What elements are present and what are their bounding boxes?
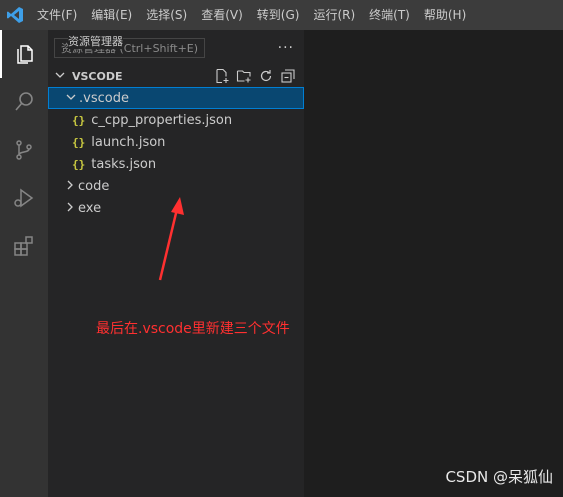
- chevron-down-icon: [63, 91, 79, 106]
- json-file-icon: {}: [72, 135, 86, 149]
- menu-go[interactable]: 转到(G): [250, 0, 307, 30]
- annotation-arrow-icon: [158, 197, 184, 281]
- workspace-folder-header[interactable]: VSCODE: [48, 65, 304, 87]
- menu-view[interactable]: 查看(V): [194, 0, 250, 30]
- chevron-down-icon: [52, 70, 68, 83]
- annotation-text: 最后在.vscode里新建三个文件: [96, 321, 290, 337]
- source-control-activity-button[interactable]: [0, 126, 48, 174]
- json-file-icon: {}: [72, 113, 86, 127]
- extensions-icon: [14, 236, 33, 256]
- tree-item-label: launch.json: [91, 134, 166, 150]
- new-file-icon[interactable]: [214, 68, 230, 84]
- explorer-header: 资源管理器 资源管理器 (Ctrl+Shift+E) ···: [48, 30, 304, 65]
- files-icon: [17, 45, 33, 64]
- vscode-logo-icon: [0, 0, 30, 30]
- watermark: CSDN @呆狐仙: [445, 468, 553, 486]
- tree-item-label: tasks.json: [91, 156, 157, 172]
- menu-file[interactable]: 文件(F): [30, 0, 84, 30]
- tree-item-label: .vscode: [79, 90, 129, 106]
- search-icon: [15, 92, 33, 111]
- tree-item-label: code: [78, 178, 110, 194]
- tree-folder-code[interactable]: code: [48, 175, 304, 197]
- tree-file-tasks[interactable]: {} tasks.json: [48, 153, 304, 175]
- tree-file-launch[interactable]: {} launch.json: [48, 131, 304, 153]
- tree-item-label: c_cpp_properties.json: [91, 112, 233, 128]
- new-folder-icon[interactable]: [236, 68, 252, 84]
- menu-terminal[interactable]: 终端(T): [362, 0, 417, 30]
- menu-selection[interactable]: 选择(S): [139, 0, 194, 30]
- activity-bar: [0, 30, 48, 497]
- extensions-activity-button[interactable]: [0, 222, 48, 270]
- menu-edit[interactable]: 编辑(E): [84, 0, 139, 30]
- source-control-icon: [16, 140, 32, 160]
- tree-item-label: exe: [78, 200, 102, 216]
- menu-bar: 文件(F) 编辑(E) 选择(S) 查看(V) 转到(G) 运行(R) 终端(T…: [30, 0, 473, 30]
- tree-file-c-cpp-properties[interactable]: {} c_cpp_properties.json: [48, 109, 304, 131]
- title-bar: 文件(F) 编辑(E) 选择(S) 查看(V) 转到(G) 运行(R) 终端(T…: [0, 0, 563, 30]
- run-debug-activity-button[interactable]: [0, 174, 48, 222]
- menu-run[interactable]: 运行(R): [306, 0, 362, 30]
- chevron-right-icon: [62, 201, 78, 216]
- json-file-icon: {}: [72, 157, 86, 171]
- menu-help[interactable]: 帮助(H): [417, 0, 473, 30]
- explorer-tooltip: 资源管理器 资源管理器 (Ctrl+Shift+E): [54, 33, 206, 58]
- search-activity-button[interactable]: [0, 78, 48, 126]
- chevron-right-icon: [62, 179, 78, 194]
- run-debug-icon: [14, 188, 34, 208]
- explorer-title: 资源管理器: [68, 33, 123, 49]
- collapse-all-icon[interactable]: [280, 68, 296, 84]
- tree-folder-vscode[interactable]: .vscode: [48, 87, 304, 109]
- explorer-activity-button[interactable]: [0, 30, 48, 78]
- folder-actions: [214, 68, 296, 84]
- more-actions-button[interactable]: ···: [278, 40, 294, 56]
- refresh-icon[interactable]: [258, 68, 274, 84]
- workspace-folder-name: VSCODE: [72, 69, 123, 83]
